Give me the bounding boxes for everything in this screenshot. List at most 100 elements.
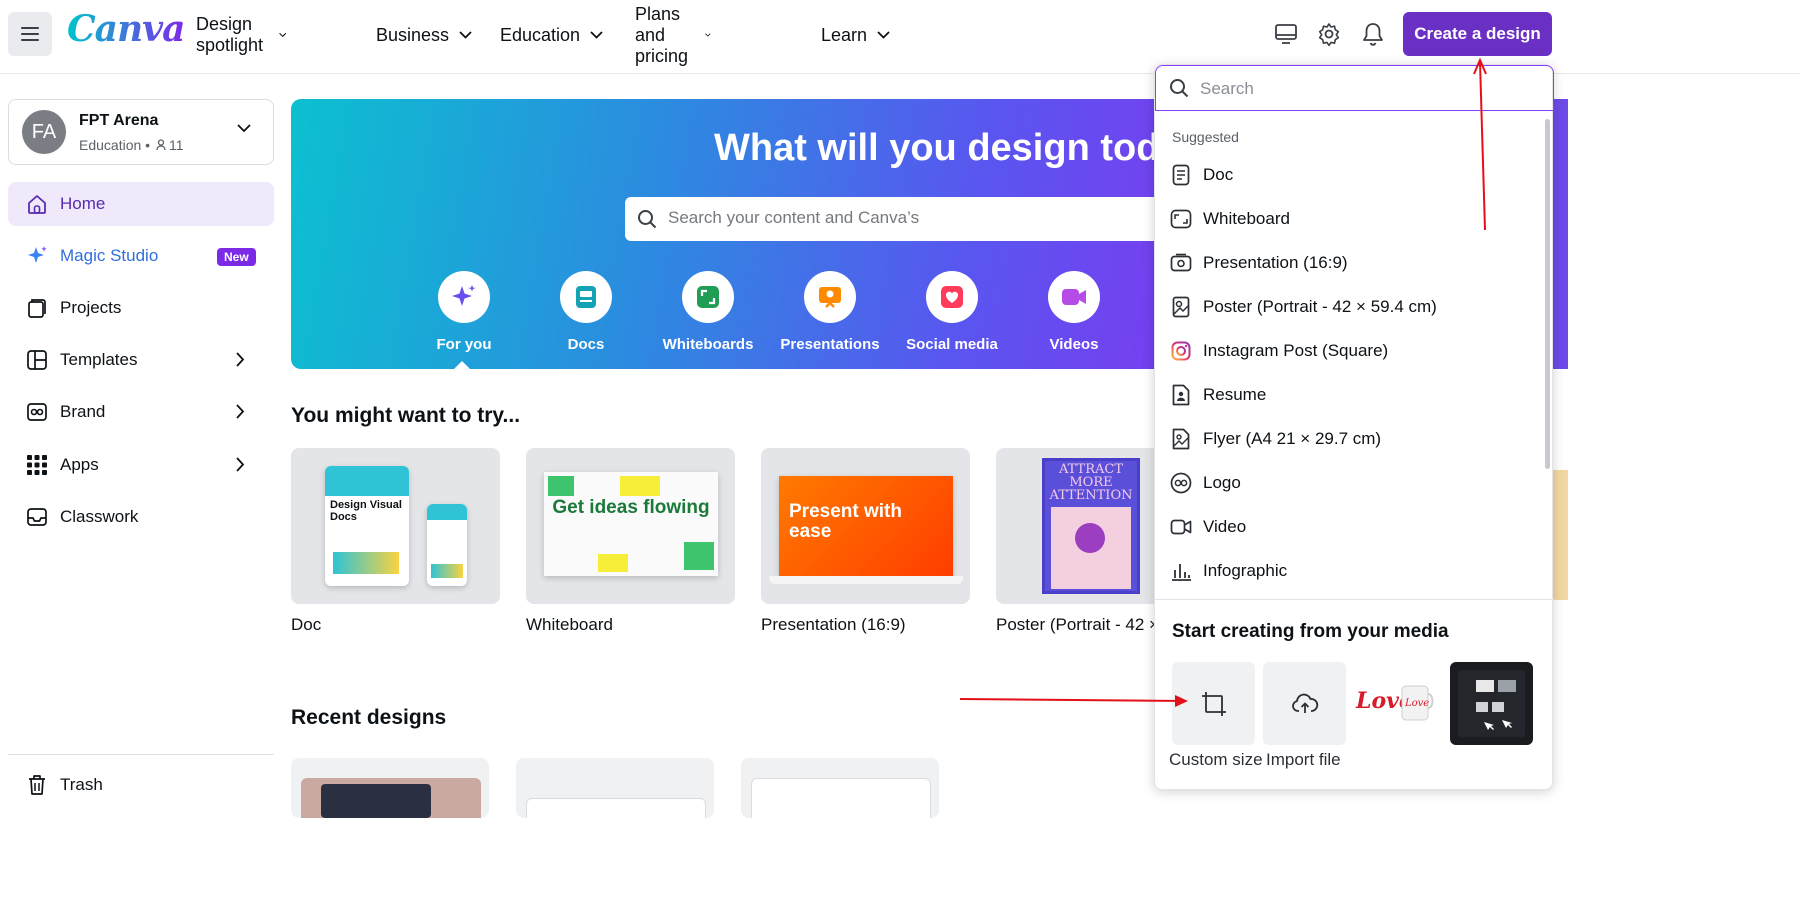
sidebar-item-projects[interactable]: Projects (8, 286, 274, 330)
design-type-doc[interactable]: Doc (1155, 155, 1545, 195)
create-design-dropdown: Search Suggested Doc Whiteboard Presenta… (1154, 64, 1554, 790)
category-videos[interactable]: Videos (1024, 271, 1124, 353)
design-type-logo[interactable]: Logo (1155, 463, 1545, 503)
design-type-label: Poster (Portrait - 42 × 59.4 cm) (1203, 297, 1437, 316)
recent-section-title: Recent designs (291, 706, 447, 729)
design-type-label: Whiteboard (1203, 209, 1290, 228)
nav-education[interactable]: Education (500, 22, 603, 48)
design-type-label: Flyer (A4 21 × 29.7 cm) (1203, 429, 1382, 448)
sidebar-item-apps[interactable]: Apps (8, 443, 274, 487)
nav-label: Business (376, 24, 450, 45)
nav-label: Learn (821, 24, 868, 45)
recent-design-card[interactable] (741, 758, 939, 818)
category-label: Videos (1049, 336, 1099, 353)
sidebar-item-label: Brand (60, 402, 106, 421)
design-type-poster[interactable]: Poster (Portrait - 42 × 59.4 cm) (1155, 287, 1545, 327)
content-search-input[interactable]: Search your content and Canva’s (625, 197, 1191, 241)
category-whiteboards[interactable]: Whiteboards (658, 271, 758, 353)
category-presentations[interactable]: Presentations (780, 271, 880, 353)
dropdown-scrollbar[interactable] (1545, 119, 1550, 469)
gear-icon[interactable] (1313, 18, 1345, 50)
presentation-thumbnail: Present with ease (779, 476, 953, 576)
thumbnail-text: Present with ease (789, 501, 902, 542)
template-label: Whiteboard (526, 615, 613, 634)
nav-label: Plans and pricing (635, 3, 689, 66)
design-type-flyer[interactable]: Flyer (A4 21 × 29.7 cm) (1155, 419, 1545, 459)
nav-plans-pricing[interactable]: Plans and pricing (635, 4, 711, 66)
nav-design-spotlight[interactable]: Design spotlight (196, 14, 286, 55)
design-type-video[interactable]: Video (1155, 507, 1545, 547)
sidebar-item-label: Templates (60, 350, 138, 369)
nav-learn[interactable]: Learn (821, 22, 890, 48)
media-thumbnail[interactable] (1450, 662, 1533, 745)
recent-design-card[interactable] (291, 758, 489, 818)
thumbnail-text: Design Visual Docs (330, 499, 402, 523)
sidebar-item-brand[interactable]: Brand (8, 390, 274, 434)
design-type-whiteboard[interactable]: Whiteboard (1155, 199, 1545, 239)
custom-size-label: Custom size (1169, 750, 1263, 769)
design-type-label: Instagram Post (Square) (1203, 341, 1389, 360)
poster-icon (1170, 296, 1192, 318)
media-section-title: Start creating from your media (1172, 621, 1449, 642)
template-card-presentation[interactable]: Present with ease (761, 448, 970, 604)
cloud-upload-icon (1291, 693, 1318, 713)
avatar: FA (22, 110, 66, 154)
nav-business[interactable]: Business (376, 22, 472, 48)
team-switcher[interactable]: FA FPT Arena Education • 11 (8, 99, 274, 165)
doc-icon (560, 271, 612, 323)
category-for-you[interactable]: For you (414, 271, 514, 353)
import-file-button[interactable] (1263, 662, 1346, 745)
video-icon (1170, 516, 1192, 538)
sidebar-item-magic-studio[interactable]: Magic Studio New (8, 234, 274, 278)
category-social-media[interactable]: Social media (902, 271, 1002, 353)
category-label: For you (436, 336, 492, 353)
svg-text:Love: Love (1404, 698, 1429, 709)
design-type-infographic[interactable]: Infographic (1155, 551, 1545, 591)
new-badge: New (217, 248, 256, 266)
design-type-label: Logo (1203, 473, 1241, 492)
sidebar-item-home[interactable]: Home (8, 182, 274, 226)
nav-label: Education (500, 24, 581, 45)
template-icon (26, 349, 48, 371)
create-design-button[interactable]: Create a design (1403, 12, 1552, 56)
member-count: 11 (168, 137, 184, 153)
custom-size-button[interactable] (1172, 662, 1255, 745)
design-type-search-input[interactable]: Search (1155, 65, 1554, 111)
sidebar-item-classwork[interactable]: Classwork (8, 495, 274, 539)
sidebar-item-label: Magic Studio (60, 246, 159, 265)
canva-logo[interactable]: Canva (67, 8, 185, 50)
media-thumbnail[interactable]: Love Love (1354, 662, 1437, 745)
category-docs[interactable]: Docs (536, 271, 636, 353)
recent-design-card[interactable] (516, 758, 714, 818)
chevron-right-icon (236, 352, 245, 367)
design-type-instagram-post[interactable]: Instagram Post (Square) (1155, 331, 1545, 371)
presentation-icon (1170, 252, 1192, 274)
video-icon (1048, 271, 1100, 323)
folder-icon (26, 297, 48, 319)
sidebar-item-templates[interactable]: Templates (8, 338, 274, 382)
category-label: Whiteboards (662, 336, 754, 353)
team-name: FPT Arena (79, 112, 159, 129)
screenshot-image (1458, 670, 1525, 737)
hero-banner: What will you design today Search your c… (291, 99, 1191, 369)
sparkle-icon (26, 245, 48, 267)
sidebar-item-trash[interactable]: Trash (8, 763, 274, 807)
hero-title: What will you design today (714, 127, 1191, 169)
bell-icon[interactable] (1357, 18, 1389, 50)
suggested-heading: Suggested (1172, 129, 1239, 145)
sidebar-item-label: Classwork (60, 507, 139, 526)
search-placeholder: Search your content and Canva’s (668, 208, 920, 227)
desktop-icon[interactable] (1270, 18, 1302, 50)
home-icon (26, 193, 48, 215)
design-type-label: Presentation (16:9) (1203, 253, 1348, 272)
chevron-down-icon (705, 33, 711, 37)
design-type-label: Resume (1203, 385, 1267, 404)
chevron-down-icon (590, 31, 603, 39)
menu-icon[interactable] (8, 12, 52, 56)
design-type-presentation[interactable]: Presentation (16:9) (1155, 243, 1545, 283)
template-card-doc[interactable]: Design Visual Docs (291, 448, 500, 604)
design-type-label: Video (1203, 517, 1247, 536)
design-type-resume[interactable]: Resume (1155, 375, 1545, 415)
template-card-whiteboard[interactable]: Get ideas flowing (526, 448, 735, 604)
trash-icon (26, 774, 48, 796)
